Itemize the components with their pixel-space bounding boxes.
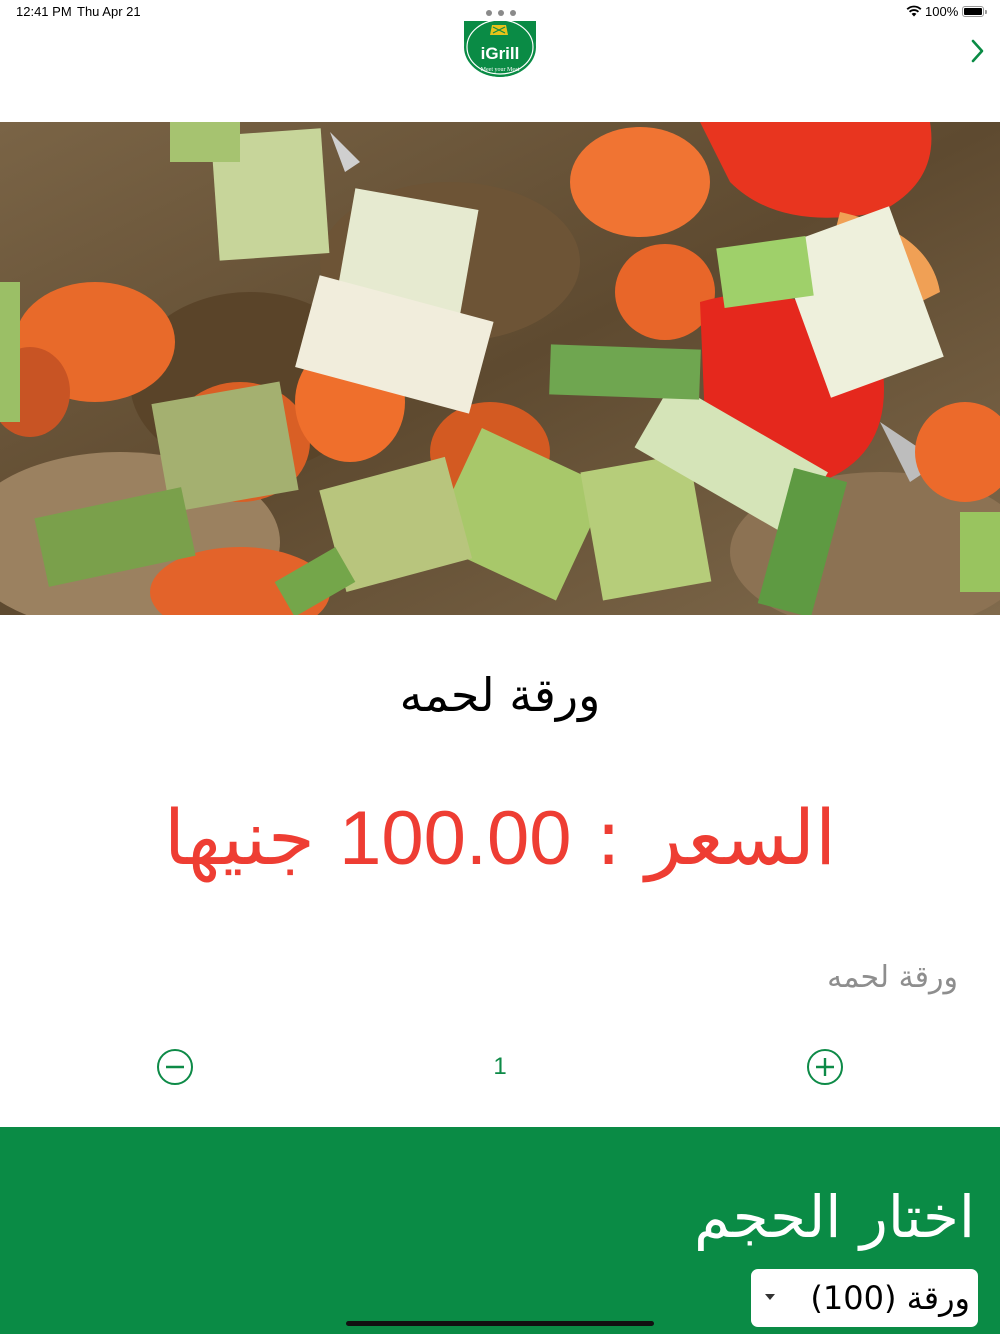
wifi-icon <box>906 5 922 17</box>
size-heading: اختار الحجم <box>694 1183 975 1251</box>
size-panel: اختار الحجم ورقة (100) <box>0 1127 1000 1334</box>
battery-icon <box>962 6 987 17</box>
igrill-logo: iGrill Meet your Meat <box>464 21 536 77</box>
product-title: ورقة لحمه <box>399 668 601 722</box>
price-label: السعر : <box>595 793 837 882</box>
product-description: ورقة لحمه <box>827 960 958 995</box>
price-value: 100.00 <box>339 796 572 881</box>
logo-text: iGrill <box>481 44 520 63</box>
plus-circle-icon[interactable] <box>806 1048 844 1086</box>
home-indicator[interactable] <box>346 1321 654 1326</box>
minus-circle-icon[interactable] <box>156 1048 194 1086</box>
status-date: Thu Apr 21 <box>77 4 141 19</box>
price-line: السعر : 100.00 جنيها <box>0 790 1000 887</box>
logo-tagline: Meet your Meat <box>481 67 520 73</box>
quantity-value: 1 <box>493 1053 507 1080</box>
battery-percent: 100% <box>925 4 959 19</box>
price-currency: جنيها <box>163 793 315 882</box>
product-image <box>0 122 1000 615</box>
dropdown-caret-icon <box>765 1294 775 1300</box>
size-selected-value: ورقة (100) <box>810 1279 970 1317</box>
chevron-right-icon[interactable] <box>966 38 988 64</box>
multitasking-dots-icon[interactable] <box>486 10 516 16</box>
status-time: 12:41 PM <box>16 4 72 19</box>
size-dropdown[interactable]: ورقة (100) <box>751 1269 978 1327</box>
